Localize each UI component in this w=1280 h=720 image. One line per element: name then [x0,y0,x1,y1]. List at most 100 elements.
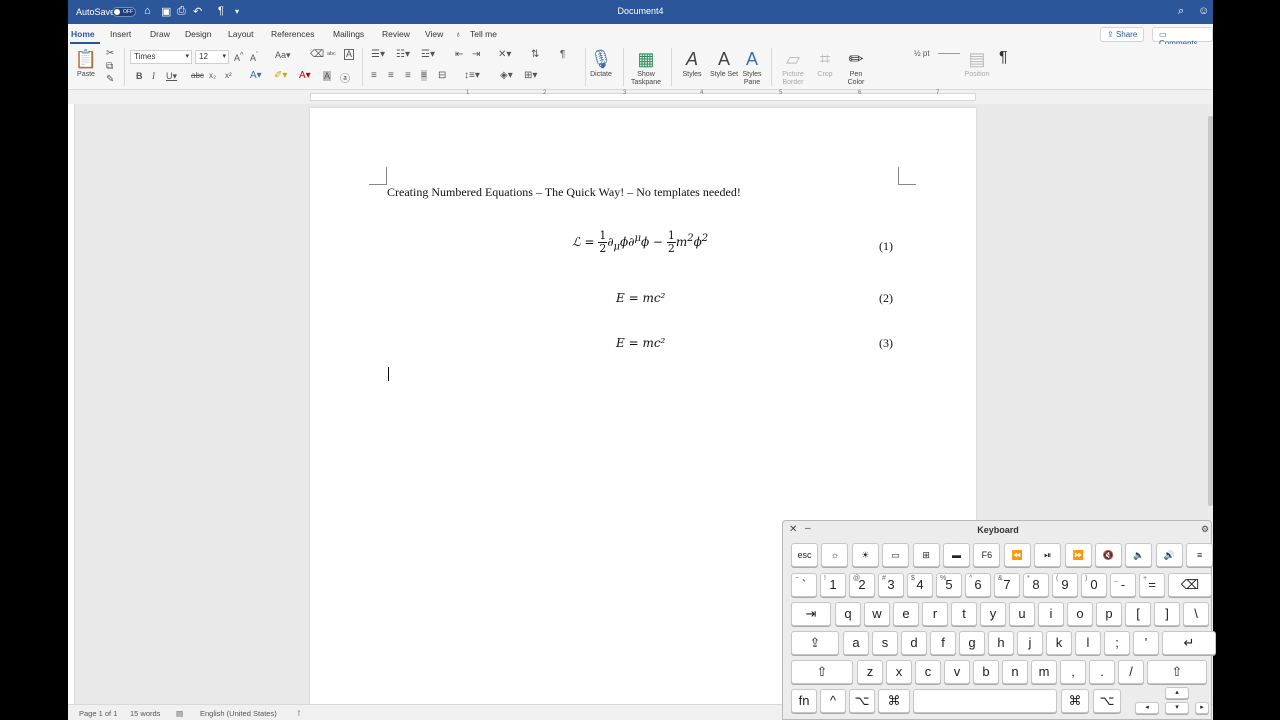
shrink-font-icon[interactable]: Aˇ [250,50,259,63]
tab-insert[interactable]: Insert [110,29,131,39]
keyboard-key[interactable]: ≡ [1186,543,1214,567]
numbering-icon[interactable]: ☷▾ [396,49,410,60]
keyboard-key[interactable]: 0) [1081,573,1107,597]
keyboard-key[interactable]: i [1038,602,1064,626]
shading-icon[interactable]: ◈▾ [500,70,513,81]
styles-button[interactable]: A Styles [675,47,709,79]
keyboard-key[interactable]: b [973,660,999,684]
keyboard-key[interactable]: x [886,660,912,684]
show-formatting-icon[interactable]: ¶ [560,49,565,60]
language-status[interactable]: English (United States) [200,709,277,718]
proofing-icon[interactable]: ▤ [176,709,183,718]
keyboard-key[interactable]: g [959,631,985,655]
tab-home[interactable]: Home [71,29,95,39]
tab-layout[interactable]: Layout [228,29,254,39]
tab-references[interactable]: References [271,29,314,39]
keyboard-key[interactable]: . [1089,660,1115,684]
keyboard-key[interactable]: u [1009,602,1035,626]
decrease-indent-icon[interactable]: ⇤ [455,49,463,60]
subscript-button[interactable]: x₂ [209,71,216,80]
clear-formatting-icon[interactable]: ⌫ [310,49,324,60]
keyboard-key[interactable]: a [843,631,869,655]
keyboard-key[interactable]: esc [791,543,818,567]
italic-button[interactable]: I [152,71,155,81]
borders-icon[interactable]: ⊞▾ [524,70,537,81]
keyboard-key[interactable]: m [1031,660,1057,684]
keyboard-key[interactable]: ⏪ [1003,543,1031,567]
styles-pane-button[interactable]: A Styles Pane [738,47,766,87]
keyboard-key[interactable]: ▭ [882,543,910,567]
enclose-characters-icon[interactable]: ⓐ [340,70,350,85]
keyboard-key[interactable]: t [951,602,977,626]
keyboard-key[interactable]: / [1118,660,1144,684]
keyboard-key[interactable]: 4 $ [907,573,933,597]
keyboard-key[interactable]: ▬ [943,543,970,567]
keyboard-key[interactable]: ; [1104,631,1130,655]
keyboard-key[interactable]: p [1096,602,1122,626]
keyboard-key[interactable]: ⇪ [791,631,839,655]
keyboard-key[interactable]: ⏩ [1064,543,1092,567]
keyboard-key[interactable]: ` ~ [791,573,817,597]
dictate-button[interactable]: 🎙 Dictate [586,47,616,79]
keyboard-key[interactable]: y [980,602,1006,626]
keyboard-key[interactable]: 🔊 [1155,543,1183,567]
keyboard-key[interactable]: z [857,660,883,684]
keyboard-key[interactable]: f [930,631,956,655]
phonetic-guide-icon[interactable]: ᵃᵇᶜ [327,50,336,59]
keyboard-key[interactable]: 7 & [994,573,1020,597]
bold-button[interactable]: B [136,71,143,81]
tab-design[interactable]: Design [185,29,211,39]
keyboard-key[interactable]: r [922,602,948,626]
keyboard-key[interactable]: ⇧ [791,660,853,684]
asian-layout-icon[interactable]: ✕▾ [498,49,511,60]
scrollbar-thumb[interactable] [1208,116,1213,506]
word-count[interactable]: 15 words [130,709,160,718]
bullets-icon[interactable]: ☰▾ [371,49,385,60]
keyboard-key[interactable]: ' [1133,631,1159,655]
keyboard-key[interactable]: ⌘ [878,689,910,713]
keyboard-key[interactable]: - _ [1110,573,1136,597]
justify-icon[interactable]: ≡ [421,70,427,81]
comments-button[interactable]: ▭ Comments [1152,27,1213,48]
account-icon[interactable]: ☺ [1198,5,1209,17]
keyboard-key[interactable]: F6 [973,543,1001,567]
crop-button[interactable]: ⌗ Crop [812,47,838,79]
keyboard-key[interactable] [913,689,1057,713]
keyboard-key[interactable]: ⌘ [1061,689,1089,713]
keyboard-key[interactable]: ⊞ [912,543,940,567]
show-taskpane-button[interactable]: ▦ Show Taskpane [626,47,666,87]
keyboard-key[interactable]: 8 * [1023,573,1049,597]
align-right-icon[interactable]: ≡ [405,70,411,81]
distributed-icon[interactable]: ⊟ [438,70,446,81]
keyboard-key[interactable]: k [1046,631,1072,655]
keyboard-key[interactable]: 2 @ [849,573,875,597]
arrow-key-icon[interactable]: ▸ [1195,702,1209,714]
strikethrough-button[interactable]: abc [191,71,204,80]
line-spacing-icon[interactable]: ↕≡▾ [464,70,480,81]
character-shading-icon[interactable]: A [323,71,332,81]
keyboard-key[interactable]: 🔈 [1125,543,1153,567]
keyboard-key[interactable]: \ [1183,602,1209,626]
keyboard-key[interactable]: , [1060,660,1086,684]
keyboard-key[interactable]: 🔇 [1095,543,1122,567]
keyboard-key[interactable]: fn [791,689,817,713]
share-button[interactable]: ⇪ Share [1100,27,1145,42]
keyboard-key[interactable]: h [988,631,1014,655]
gear-icon[interactable]: ⚙ [1201,524,1209,535]
font-color-icon[interactable]: A▾ [299,70,311,81]
search-icon[interactable]: ⌕ [1178,5,1184,18]
arrow-key-icon[interactable]: ▴ [1165,687,1189,699]
paste-button[interactable]: 📋 Paste [72,47,100,79]
tab-draw[interactable]: Draw [150,29,170,39]
keyboard-key[interactable]: ⏯ [1034,543,1062,567]
pen-color-button[interactable]: ✏ Pen Color [841,47,871,87]
tab-view[interactable]: View [425,29,443,39]
keyboard-key[interactable]: ⌥ [849,689,875,713]
tab-review[interactable]: Review [382,29,410,39]
keyboard-key[interactable]: w [864,602,890,626]
keyboard-key[interactable]: 3 # [878,573,904,597]
arrow-key-icon[interactable]: ▾ [1165,702,1189,714]
tab-mailings[interactable]: Mailings [333,29,364,39]
grow-font-icon[interactable]: A^ [234,50,244,63]
page-count[interactable]: Page 1 of 1 [79,709,117,718]
